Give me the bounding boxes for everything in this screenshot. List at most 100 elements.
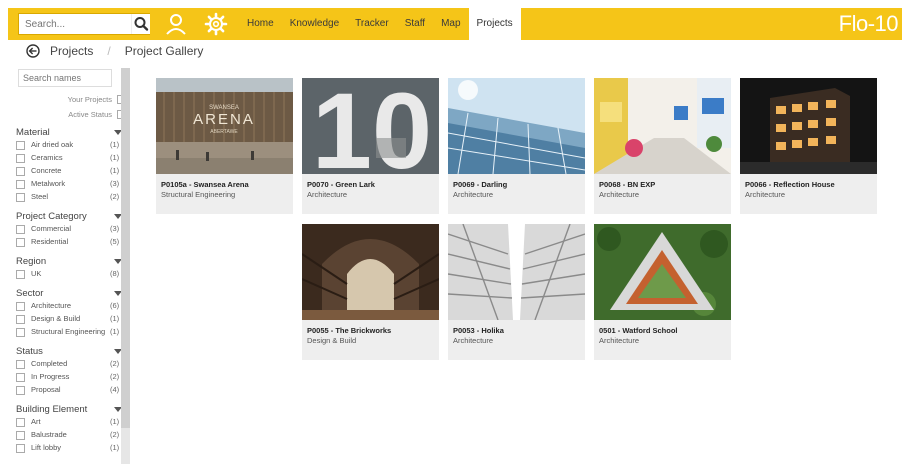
sidebar-scrollbar[interactable] bbox=[121, 68, 130, 464]
project-card-the-brickworks[interactable]: P0055 - The Brickworks Design & Build bbox=[302, 224, 439, 360]
filter-option[interactable]: In Progress (2) bbox=[16, 372, 126, 385]
filter-option[interactable]: Steel (2) bbox=[16, 192, 126, 205]
filter-checkbox[interactable] bbox=[16, 315, 25, 324]
project-card-swansea-arena[interactable]: SWANSEA ARENA ABERTAWE P0105a - Swansea … bbox=[156, 78, 293, 214]
project-card-title: P0068 - BN EXP bbox=[599, 180, 656, 189]
filter-group: Project Category Commercial (3) Residential… bbox=[16, 209, 126, 250]
filter-checkbox[interactable] bbox=[16, 193, 25, 202]
project-card-darling[interactable]: P0069 - Darling Architecture bbox=[448, 78, 585, 214]
filter-group-header[interactable]: Project Category bbox=[16, 209, 126, 224]
filter-checkbox[interactable] bbox=[16, 154, 25, 163]
filter-checkbox[interactable] bbox=[16, 328, 25, 337]
filter-group-header[interactable]: Region bbox=[16, 254, 126, 269]
filter-checkbox[interactable] bbox=[16, 141, 25, 150]
filter-checkbox[interactable] bbox=[16, 360, 25, 369]
project-card-sector: Architecture bbox=[745, 190, 786, 199]
filter-group-header[interactable]: Material bbox=[16, 125, 126, 140]
filter-option-label: Lift lobby bbox=[31, 443, 62, 452]
nav-tab-projects[interactable]: Projects bbox=[468, 8, 521, 40]
filter-checkbox[interactable] bbox=[16, 180, 25, 189]
active-status-label: Active Status bbox=[68, 109, 112, 119]
back-arrow-icon[interactable] bbox=[26, 44, 40, 58]
filter-option[interactable]: Metalwork (3) bbox=[16, 179, 126, 192]
filter-checkbox[interactable] bbox=[16, 302, 25, 311]
filter-option[interactable]: Architecture (6) bbox=[16, 301, 126, 314]
breadcrumb-separator: / bbox=[107, 44, 111, 58]
search-button[interactable] bbox=[131, 14, 150, 34]
project-card-sector: Design & Build bbox=[307, 336, 357, 345]
filter-option[interactable]: Commercial (3) bbox=[16, 224, 126, 237]
filter-option-label: Concrete bbox=[31, 166, 62, 175]
nav-tab-tracker[interactable]: Tracker bbox=[347, 8, 397, 40]
filter-option-label: Ceramics bbox=[31, 153, 63, 162]
filter-checkbox[interactable] bbox=[16, 238, 25, 247]
breadcrumb-projects-link[interactable]: Projects bbox=[50, 44, 93, 58]
filter-checkbox[interactable] bbox=[16, 225, 25, 234]
filter-group-header[interactable]: Building Element bbox=[16, 402, 126, 417]
filter-option[interactable]: Art (1) bbox=[16, 417, 126, 430]
filter-group-title: Material bbox=[16, 127, 50, 138]
filter-checkbox[interactable] bbox=[16, 386, 25, 395]
project-card-title: P0069 - Darling bbox=[453, 180, 508, 189]
filter-option-label: Commercial bbox=[31, 224, 72, 233]
filter-group-header[interactable]: Status bbox=[16, 344, 126, 359]
project-thumbnail bbox=[594, 78, 731, 174]
nav-tab-home[interactable]: Home bbox=[239, 8, 282, 40]
nav-tab-staff[interactable]: Staff bbox=[397, 8, 433, 40]
project-card-holika[interactable]: P0053 - Holika Architecture bbox=[448, 224, 585, 360]
filter-option-label: Balustrade bbox=[31, 430, 67, 439]
filter-option-label: Completed bbox=[31, 359, 68, 368]
filter-checkbox[interactable] bbox=[16, 418, 25, 427]
filter-option[interactable]: Balustrade (2) bbox=[16, 430, 126, 443]
project-thumbnail bbox=[740, 78, 877, 174]
project-thumbnail bbox=[594, 224, 731, 320]
filter-option[interactable]: Lift lobby (1) bbox=[16, 443, 126, 456]
filter-option[interactable]: Concrete (1) bbox=[16, 166, 126, 179]
project-thumbnail: 10 bbox=[302, 78, 439, 174]
filter-search-input[interactable] bbox=[18, 69, 112, 87]
project-card-bn-exp[interactable]: P0068 - BN EXP Architecture bbox=[594, 78, 731, 214]
filter-checkbox[interactable] bbox=[16, 270, 25, 279]
filter-group: Material Air dried oak (1) Ceramics (1) Concr… bbox=[16, 125, 126, 205]
nav-tab-map[interactable]: Map bbox=[433, 8, 468, 40]
filter-option[interactable]: Ceramics (1) bbox=[16, 153, 126, 166]
filter-option[interactable]: Design & Build (1) bbox=[16, 314, 126, 327]
filter-group-title: Status bbox=[16, 346, 43, 357]
sidebar-scroll-thumb[interactable] bbox=[121, 68, 130, 428]
nav-tab-knowledge[interactable]: Knowledge bbox=[282, 8, 347, 40]
filter-group-header[interactable]: Sector bbox=[16, 286, 126, 301]
filter-checkbox[interactable] bbox=[16, 167, 25, 176]
filter-option-label: Architecture bbox=[31, 301, 72, 310]
filter-option-label: Structural Engineering bbox=[31, 327, 106, 336]
project-card-watford-school[interactable]: 0501 - Watford School Architecture bbox=[594, 224, 731, 360]
filter-groups: Material Air dried oak (1) Ceramics (1) Concr… bbox=[16, 125, 126, 456]
filter-option[interactable]: Structural Engineering (1) bbox=[16, 327, 126, 340]
filter-option-label: Art bbox=[31, 417, 41, 426]
project-card-sector: Architecture bbox=[453, 190, 494, 199]
filter-option[interactable]: UK (8) bbox=[16, 269, 126, 282]
settings-button[interactable] bbox=[204, 12, 228, 36]
user-profile-button[interactable] bbox=[164, 12, 188, 36]
image-text-10: 10 bbox=[312, 78, 432, 174]
filter-checkbox[interactable] bbox=[16, 444, 25, 453]
page-title: Project Gallery bbox=[124, 44, 204, 58]
filter-checkbox[interactable] bbox=[16, 373, 25, 382]
project-card-green-lark[interactable]: 10 P0070 - Green Lark Architecture bbox=[302, 78, 439, 214]
project-card-reflection-house[interactable]: P0066 - Reflection House Architecture bbox=[740, 78, 877, 214]
filter-checkbox[interactable] bbox=[16, 431, 25, 440]
project-card-title: 0501 - Watford School bbox=[599, 326, 678, 335]
filter-option[interactable]: Completed (2) bbox=[16, 359, 126, 372]
search-icon bbox=[134, 17, 149, 31]
filter-option-label: Design & Build bbox=[31, 314, 81, 323]
search-input[interactable] bbox=[19, 14, 129, 34]
active-status-toggle: Active Status bbox=[16, 107, 126, 121]
gear-icon bbox=[204, 12, 228, 36]
filter-option[interactable]: Proposal (4) bbox=[16, 385, 126, 398]
filter-option-label: Residential bbox=[31, 237, 69, 246]
filter-option[interactable]: Air dried oak (1) bbox=[16, 140, 126, 153]
project-card-sector: Structural Engineering bbox=[161, 190, 236, 199]
your-projects-toggle: Your Projects bbox=[16, 92, 126, 106]
project-card-title: P0070 - Green Lark bbox=[307, 180, 375, 189]
project-card-title: P0053 - Holika bbox=[453, 326, 504, 335]
filter-option[interactable]: Residential (5) bbox=[16, 237, 126, 250]
